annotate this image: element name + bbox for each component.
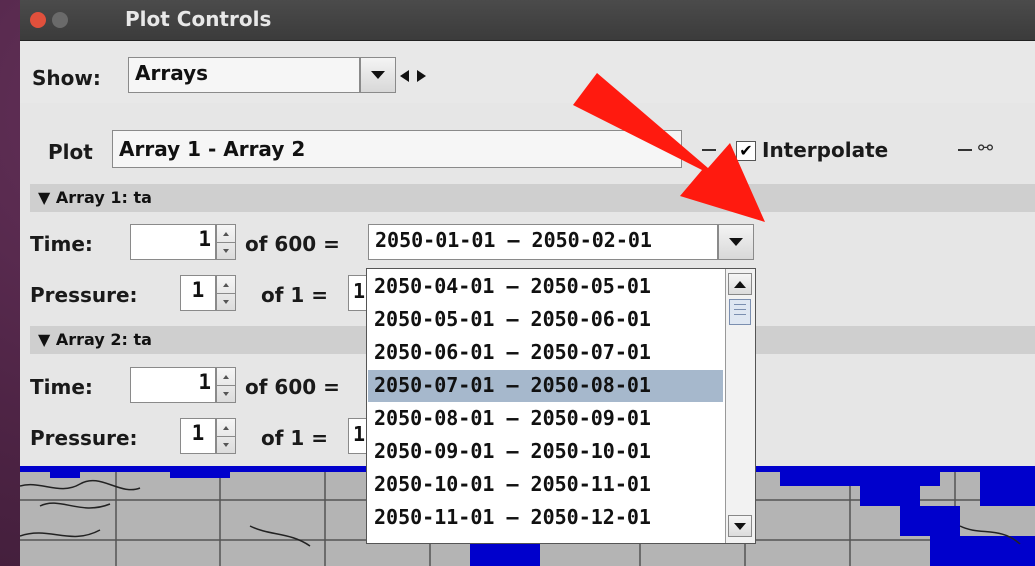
interpolate-label: Interpolate: [762, 138, 889, 162]
show-label: Show:: [32, 66, 101, 90]
dropdown-option[interactable]: 2050-08-01 — 2050-09-01: [368, 403, 723, 435]
array1-pressure-label: Pressure:: [30, 283, 138, 307]
plot-select[interactable]: Array 1 - Array 2: [112, 130, 682, 168]
interpolate-checkbox[interactable]: ✔: [736, 141, 756, 161]
connector-line: [958, 149, 972, 151]
array2-time-input[interactable]: 1: [130, 367, 216, 403]
array2-pressure-label: Pressure:: [30, 426, 138, 450]
stepper-down-icon[interactable]: [223, 300, 229, 304]
stepper-down-icon[interactable]: [223, 249, 229, 253]
show-select[interactable]: Arrays: [128, 57, 360, 93]
array2-pressure-input[interactable]: 1: [180, 418, 216, 454]
array2-pressure-of: of 1 =: [261, 426, 329, 450]
array1-time-range-select[interactable]: 2050-01-01 — 2050-02-01: [368, 224, 718, 260]
stepper-up-icon[interactable]: [223, 425, 229, 430]
scrollbar-thumb[interactable]: [729, 299, 751, 325]
title-bar: Plot Controls: [20, 0, 1035, 41]
stepper-up-icon[interactable]: [223, 282, 229, 287]
minimize-window-button[interactable]: [52, 12, 68, 28]
array1-time-label: Time:: [30, 232, 93, 256]
chevron-down-icon: [729, 238, 743, 246]
scroll-up-icon: [734, 280, 746, 288]
plot-label: Plot: [48, 140, 93, 164]
array1-pressure-stepper[interactable]: [216, 275, 236, 311]
dropdown-option[interactable]: 2050-11-01 — 2050-12-01: [368, 502, 723, 534]
array2-pressure-stepper[interactable]: [216, 418, 236, 454]
array1-time-stepper[interactable]: [216, 224, 236, 260]
dropdown-option[interactable]: 2050-06-01 — 2050-07-01: [368, 337, 723, 369]
time-range-dropdown-list[interactable]: 2050-04-01 — 2050-05-01 2050-05-01 — 205…: [366, 268, 756, 544]
dropdown-option[interactable]: 2050-04-01 — 2050-05-01: [368, 271, 723, 303]
stepper-up-icon[interactable]: [223, 374, 229, 379]
array1-time-of: of 600 =: [245, 232, 340, 256]
array1-pressure-input[interactable]: 1: [180, 275, 216, 311]
dropdown-option[interactable]: 2050-05-01 — 2050-06-01: [368, 304, 723, 336]
array2-time-of: of 600 =: [245, 375, 340, 399]
chevron-down-icon: [371, 71, 385, 79]
triangle-right-icon[interactable]: [417, 70, 426, 82]
close-window-button[interactable]: [30, 12, 46, 28]
dropdown-option[interactable]: 2050-10-01 — 2050-11-01: [368, 469, 723, 501]
array2-time-stepper[interactable]: [216, 367, 236, 403]
dropdown-option-selected[interactable]: 2050-07-01 — 2050-08-01: [368, 370, 723, 402]
window-title: Plot Controls: [125, 7, 272, 31]
triangle-left-icon[interactable]: [400, 70, 409, 82]
scroll-down-button[interactable]: [728, 515, 752, 537]
link-icon[interactable]: ⚯: [978, 138, 993, 159]
scroll-up-button[interactable]: [728, 273, 752, 295]
array1-section-header[interactable]: ▼ Array 1: ta: [30, 184, 1035, 212]
dropdown-option[interactable]: 2050-09-01 — 2050-10-01: [368, 436, 723, 468]
array1-time-range-dropdown-button[interactable]: [718, 224, 754, 260]
array2-time-label: Time:: [30, 375, 93, 399]
array1-time-input[interactable]: 1: [130, 224, 216, 260]
array1-pressure-of: of 1 =: [261, 283, 329, 307]
stepper-up-icon[interactable]: [223, 231, 229, 236]
show-select-dropdown-button[interactable]: [360, 57, 396, 93]
stepper-down-icon[interactable]: [223, 392, 229, 396]
connector-line: [702, 149, 716, 151]
scroll-down-icon: [734, 522, 746, 530]
nav-arrows: [400, 64, 460, 88]
dropdown-scrollbar[interactable]: [725, 269, 755, 543]
stepper-down-icon[interactable]: [223, 443, 229, 447]
